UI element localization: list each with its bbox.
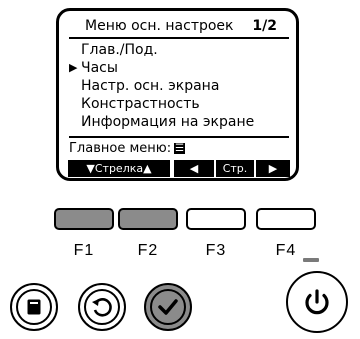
- power-button[interactable]: [286, 271, 348, 333]
- menu-list: Глав./Под. ▶ Часы Настр. осн. экрана Кон…: [69, 41, 294, 131]
- cursor-arrow-icon: ▶: [69, 61, 78, 74]
- f1-button[interactable]: [54, 208, 114, 230]
- f4-button[interactable]: [256, 208, 316, 230]
- f3-label: F3: [205, 242, 227, 259]
- page-indicator: 1/2: [252, 18, 277, 34]
- function-bar-next-page: ▶: [256, 160, 290, 177]
- function-bar-page-label: Стр.: [216, 160, 254, 177]
- page-title: Меню осн. настроек: [85, 18, 234, 34]
- menu-item-label: Информация на экране: [81, 114, 255, 130]
- screen-title-bar: Меню осн. настроек 1/2: [69, 15, 289, 39]
- function-bar: ▼Стрелка▲ ◀ Стр. ▶: [68, 160, 290, 177]
- menu-item-main-display[interactable]: Настр. осн. экрана: [69, 77, 294, 95]
- main-menu-hint: Главное меню: ☰: [69, 140, 186, 158]
- return-button[interactable]: [78, 283, 126, 331]
- function-bar-prev-page: ◀: [174, 160, 214, 177]
- power-icon: [305, 289, 329, 315]
- f3-button[interactable]: [186, 208, 246, 230]
- menu-item-label: Глав./Под.: [81, 42, 158, 58]
- f1-label: F1: [73, 242, 95, 259]
- function-bar-arrow: ▼Стрелка▲: [68, 160, 170, 177]
- confirm-button[interactable]: [144, 283, 192, 331]
- menu-symbol-icon: ☰: [174, 143, 186, 154]
- menu-item-label: Часы: [81, 60, 118, 76]
- menu-button[interactable]: [10, 283, 58, 331]
- menu-item-main-sub[interactable]: Глав./Под.: [69, 41, 294, 59]
- lcd-screen: Меню осн. настроек 1/2 Глав./Под. ▶ Часы…: [56, 8, 299, 181]
- menu-item-label: Настр. осн. экрана: [81, 78, 220, 94]
- menu-icon: [16, 289, 52, 325]
- menu-item-clock[interactable]: ▶ Часы: [69, 59, 294, 77]
- f2-label: F2: [137, 242, 159, 259]
- divider: [69, 136, 289, 138]
- operation-led: [303, 258, 319, 262]
- f2-button[interactable]: [118, 208, 178, 230]
- menu-item-label: Констрастность: [81, 96, 200, 112]
- menu-item-display-info[interactable]: Информация на экране: [69, 113, 294, 131]
- main-menu-label: Главное меню:: [69, 141, 172, 156]
- return-icon: [84, 289, 120, 325]
- confirm-icon: [150, 289, 186, 325]
- menu-item-contrast[interactable]: Констрастность: [69, 95, 294, 113]
